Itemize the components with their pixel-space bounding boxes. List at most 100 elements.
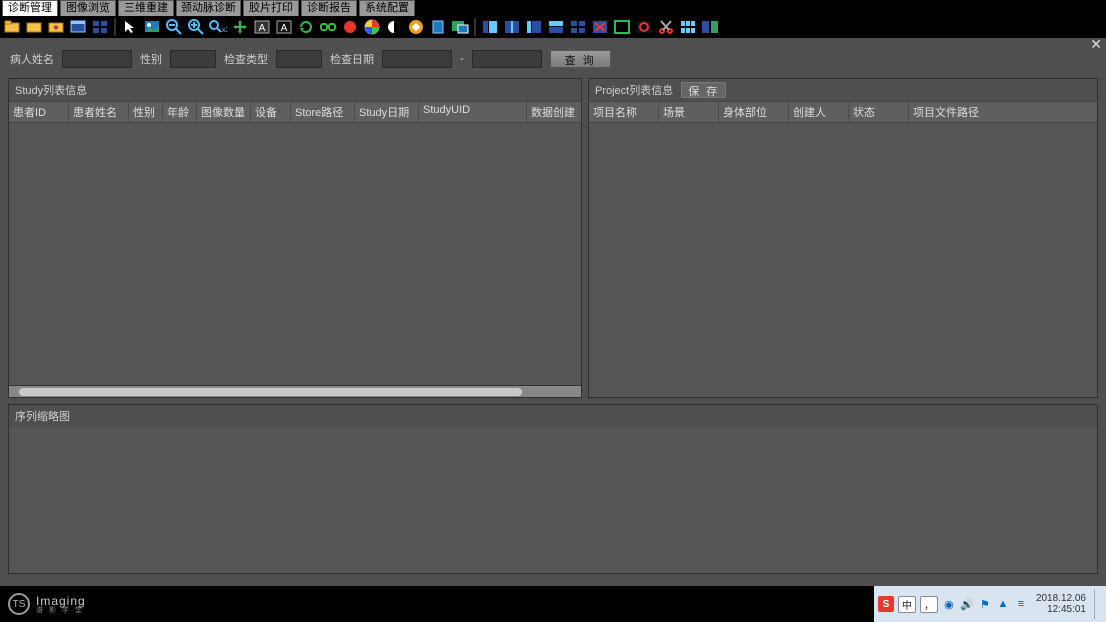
- toolbar-separator: [474, 18, 476, 36]
- grid-icon[interactable]: [90, 17, 110, 37]
- tab-system-config[interactable]: 系统配置: [359, 0, 415, 16]
- folder-star-icon[interactable]: ★: [46, 17, 66, 37]
- tab-carotid-diag[interactable]: 颈动脉诊断: [176, 0, 241, 16]
- zoom-out-icon[interactable]: [164, 17, 184, 37]
- crop-icon[interactable]: [428, 17, 448, 37]
- layout-split-icon[interactable]: [546, 17, 566, 37]
- col-age[interactable]: 年龄: [163, 102, 197, 122]
- zoom-x2-icon[interactable]: x2: [208, 17, 228, 37]
- misc-icon[interactable]: ≡: [1014, 597, 1028, 611]
- volume-icon[interactable]: 🔊: [960, 597, 974, 611]
- col-proj-name[interactable]: 项目名称: [589, 102, 659, 122]
- layout-grid-icon[interactable]: [568, 17, 588, 37]
- close-icon[interactable]: ✕: [1090, 36, 1102, 53]
- filter-bar: 病人姓名 性别 检查类型 检查日期 - 查 询: [8, 46, 1098, 78]
- move-icon[interactable]: [230, 17, 250, 37]
- layout-left-icon[interactable]: [524, 17, 544, 37]
- col-scene[interactable]: 场景: [659, 102, 719, 122]
- input-date-to[interactable]: [472, 50, 542, 68]
- layout-green-icon[interactable]: [612, 17, 632, 37]
- col-body-part[interactable]: 身体部位: [719, 102, 789, 122]
- project-body: [589, 123, 1097, 397]
- flag-icon[interactable]: ⚑: [978, 597, 992, 611]
- zoom-in-icon[interactable]: [186, 17, 206, 37]
- col-study-uid[interactable]: StudyUID: [419, 102, 527, 122]
- contrast-icon[interactable]: [384, 17, 404, 37]
- lang-indicator[interactable]: 中: [898, 596, 916, 613]
- image-icon[interactable]: [142, 17, 162, 37]
- input-examtype[interactable]: [276, 50, 322, 68]
- input-date-from[interactable]: [382, 50, 452, 68]
- col-sex[interactable]: 性别: [129, 102, 163, 122]
- project-columns: 项目名称 场景 身体部位 创建人 状态 项目文件路径: [589, 101, 1097, 123]
- window-icon[interactable]: [68, 17, 88, 37]
- network-icon[interactable]: ◉: [942, 597, 956, 611]
- compare-icon[interactable]: [700, 17, 720, 37]
- label-patient-name: 病人姓名: [10, 51, 54, 67]
- project-panel-title: Project列表信息: [595, 82, 673, 98]
- tab-image-browse[interactable]: 图像浏览: [60, 0, 116, 16]
- tab-3d-recon[interactable]: 三维重建: [118, 0, 174, 16]
- clock[interactable]: 2018.12.06 12:45:01: [1032, 593, 1090, 615]
- tab-film-print[interactable]: 胶片打印: [243, 0, 299, 16]
- layout-1-icon[interactable]: [480, 17, 500, 37]
- input-patient-name[interactable]: [62, 50, 132, 68]
- svg-text:x2: x2: [222, 27, 227, 34]
- folder-icon[interactable]: [24, 17, 44, 37]
- col-img-count[interactable]: 图像数量: [197, 102, 251, 122]
- picture-picture-icon[interactable]: [450, 17, 470, 37]
- brand-bottom: 谱 影 学 堂: [36, 607, 86, 614]
- logo-icon: TS: [8, 593, 30, 615]
- pointer-icon[interactable]: [120, 17, 140, 37]
- col-patient-name[interactable]: 患者姓名: [69, 102, 129, 122]
- tab-diagnosis-manage[interactable]: 诊断管理: [2, 0, 58, 16]
- label-sex: 性别: [140, 51, 162, 67]
- project-panel: Project列表信息 保 存 项目名称 场景 身体部位 创建人 状态 项目文件…: [588, 78, 1098, 398]
- col-patient-id[interactable]: 患者ID: [9, 102, 69, 122]
- study-columns: 患者ID 患者姓名 性别 年龄 图像数量 设备 Store路径 Study日期 …: [9, 101, 581, 123]
- study-body: [9, 123, 581, 385]
- brand: Imaging 谱 影 学 堂: [36, 595, 86, 614]
- layout-circle-icon[interactable]: [634, 17, 654, 37]
- cut-icon[interactable]: [656, 17, 676, 37]
- folder-open-icon[interactable]: [2, 17, 22, 37]
- query-button[interactable]: 查 询: [550, 50, 611, 68]
- layout-remove-icon[interactable]: [590, 17, 610, 37]
- col-data-create[interactable]: 数据创建: [527, 102, 581, 122]
- shield-icon[interactable]: ▲: [996, 597, 1010, 611]
- text-a2-icon[interactable]: A: [274, 17, 294, 37]
- color-wheel-icon[interactable]: [362, 17, 382, 37]
- edit-icon[interactable]: [406, 17, 426, 37]
- ime-icon[interactable]: S: [878, 596, 894, 612]
- refresh-icon[interactable]: [296, 17, 316, 37]
- content-area: 病人姓名 性别 检查类型 检查日期 - 查 询 Study列表信息 患者ID 患…: [0, 38, 1106, 586]
- save-button[interactable]: 保 存: [681, 82, 726, 98]
- layout-2-icon[interactable]: [502, 17, 522, 37]
- tab-bar: 诊断管理 图像浏览 三维重建 颈动脉诊断 胶片打印 诊断报告 系统配置: [0, 0, 1106, 16]
- label-examtype: 检查类型: [224, 51, 268, 67]
- system-tray: S 中 ， ◉ 🔊 ⚑ ▲ ≡ 2018.12.06 12:45:01: [874, 586, 1106, 622]
- thumbnail-panel-title: 序列缩略图: [15, 408, 70, 424]
- col-store-path[interactable]: Store路径: [291, 102, 355, 122]
- col-creator[interactable]: 创建人: [789, 102, 849, 122]
- label-examdate: 检查日期: [330, 51, 374, 67]
- text-a1-icon[interactable]: A: [252, 17, 272, 37]
- circle-red-icon[interactable]: [340, 17, 360, 37]
- col-proj-path[interactable]: 项目文件路径: [909, 102, 1097, 122]
- link-icon[interactable]: [318, 17, 338, 37]
- toolbar-separator: [114, 18, 116, 36]
- col-status[interactable]: 状态: [849, 102, 909, 122]
- study-panel: Study列表信息 患者ID 患者姓名 性别 年龄 图像数量 设备 Store路…: [8, 78, 582, 398]
- punc-indicator[interactable]: ，: [920, 596, 938, 613]
- svg-text:A: A: [259, 23, 266, 34]
- tab-diag-report[interactable]: 诊断报告: [301, 0, 357, 16]
- tiles-icon[interactable]: [678, 17, 698, 37]
- clock-date: 2018.12.06: [1036, 593, 1086, 604]
- brand-top: Imaging: [36, 595, 86, 607]
- input-sex[interactable]: [170, 50, 216, 68]
- tray-icons: ◉ 🔊 ⚑ ▲ ≡: [942, 597, 1028, 611]
- show-desktop[interactable]: [1094, 589, 1102, 619]
- col-device[interactable]: 设备: [251, 102, 291, 122]
- study-hscroll[interactable]: [9, 385, 581, 397]
- col-study-date[interactable]: Study日期: [355, 102, 419, 122]
